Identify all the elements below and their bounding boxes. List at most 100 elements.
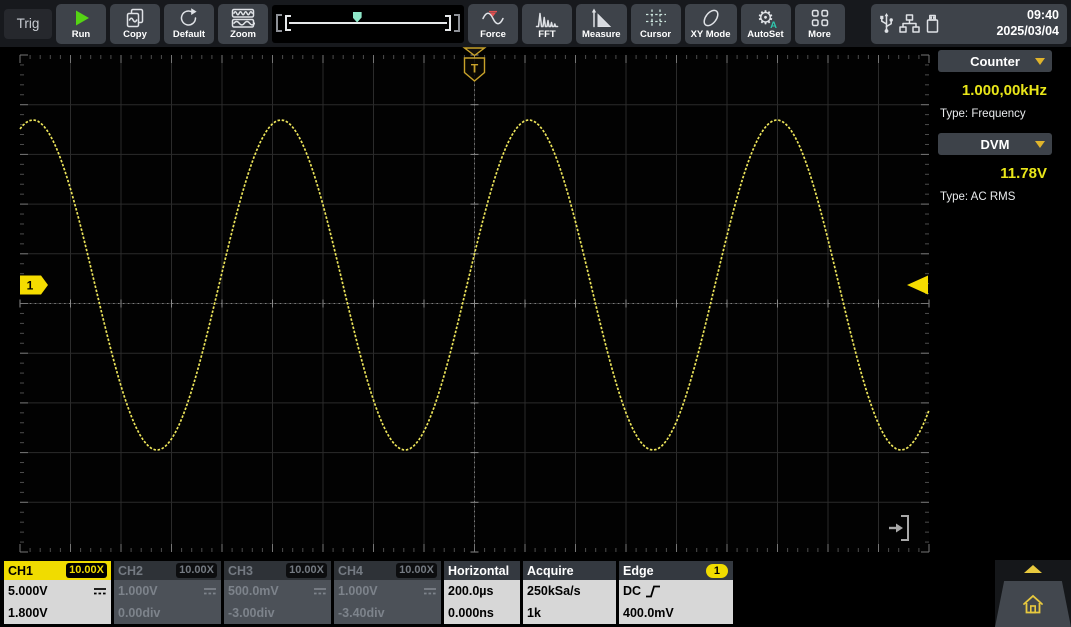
edge-title: Edge [623,564,654,578]
channel-offset: -3.40div [338,606,385,620]
measurement-panel: Counter 1.000,00kHz Type: Frequency DVM … [938,50,1052,203]
default-icon [178,7,200,29]
ch1-marker-label: 1 [27,279,34,293]
channel-block-ch2[interactable]: CH2 10.00X 1.000V 0.00div [114,561,221,624]
toolbar-button-label: Force [480,30,506,40]
usb-icon [879,13,894,34]
probe-attenuation-badge: 10.00X [66,563,107,578]
toolbar-button-label: Run [72,30,90,40]
status-area[interactable]: 09:40 2025/03/04 [871,4,1067,44]
delay-value: 0.000ns [448,606,494,620]
channel-scale: 500.0mV [228,584,279,598]
slider-outer-left-bracket [276,14,282,32]
channel-scale: 1.000V [118,584,158,598]
acquire-title: Acquire [527,564,574,578]
channel-block-ch3[interactable]: CH3 10.00X 500.0mV -3.00div [224,561,331,624]
toolbar-button-zoom[interactable]: Zoom [218,4,268,44]
dc-coupling-icon [313,586,327,596]
sample-rate-value: 250kSa/s [527,584,581,598]
probe-attenuation-badge: 10.00X [176,563,217,578]
trigger-level-value: 400.0mV [623,606,674,620]
more-icon [810,7,830,29]
toolbar: Trig Run Copy Default Zoom Force FFT Measure C… [0,0,1071,47]
date-text: 2025/03/04 [996,24,1059,40]
channel-name: CH1 [8,564,33,578]
slider-inner-right-bracket [445,15,451,31]
toolbar-left-buttons: Run Copy Default Zoom [56,4,268,44]
toolbar-button-label: Zoom [230,30,256,40]
oscilloscope-screen: Trig Run Copy Default Zoom Force FFT Measure C… [0,0,1071,627]
usb-drive-icon [925,14,940,34]
channel-name: CH4 [338,564,363,578]
trigger-marker-letter: T [471,62,479,76]
probe-attenuation-badge: 10.00X [286,563,327,578]
toolbar-button-run[interactable]: Run [56,4,106,44]
counter-type: Type: Frequency [938,108,1052,120]
time-text: 09:40 [996,8,1059,24]
lan-icon [899,14,920,33]
acquire-block[interactable]: Acquire 250kSa/s 1k [523,561,616,624]
horizontal-position-slider[interactable] [272,5,464,43]
channel-scale: 5.000V [8,584,48,598]
xy-mode-icon [700,7,722,29]
fft-icon [535,7,559,29]
slider-track [289,22,447,24]
rising-edge-icon [645,584,661,599]
trigger-position-chevron[interactable] [465,48,485,56]
slider-outer-right-bracket [454,14,460,32]
chevron-down-icon [1035,58,1045,65]
chevron-up-icon[interactable] [1024,565,1042,573]
autoset-icon: ⚙A [757,7,774,29]
dvm-title: DVM [981,137,1010,152]
toolbar-button-label: Measure [582,30,621,40]
channel-scale: 1.000V [338,584,378,598]
trigger-status-chip: Trig [4,9,52,39]
timebase-value: 200.0µs [448,584,493,598]
toolbar-button-measure[interactable]: Measure [576,4,627,44]
home-panel [995,560,1071,627]
counter-card: Counter 1.000,00kHz Type: Frequency [938,50,1052,120]
toolbar-button-xy-mode[interactable]: XY Mode [685,4,737,44]
toolbar-button-label: Default [173,30,205,40]
dc-coupling-icon [203,586,217,596]
horizontal-block[interactable]: Horizontal 200.0µs 0.000ns [444,561,520,624]
channel-name: CH3 [228,564,253,578]
channel-block-ch4[interactable]: CH4 10.00X 1.000V -3.40div [334,561,441,624]
channel-offset: 1.800V [8,606,48,620]
dvm-card: DVM 11.78V Type: AC RMS [938,133,1052,203]
toolbar-button-label: AutoSet [747,30,783,40]
channel-block-ch1[interactable]: CH1 10.00X 5.000V 1.800V [4,561,111,624]
toolbar-button-label: FFT [538,30,555,40]
dvm-header[interactable]: DVM [938,133,1052,155]
counter-title: Counter [970,54,1020,69]
channel-offset: 0.00div [118,606,160,620]
home-icon [1020,592,1046,616]
toolbar-button-label: Copy [123,30,147,40]
toolbar-button-label: More [808,30,831,40]
toolbar-button-copy[interactable]: Copy [110,4,160,44]
bottom-status-bar: CH1 10.00X 5.000V 1.800V CH2 10.00X 1.000V 0.00… [4,561,733,624]
toolbar-button-autoset[interactable]: ⚙AAutoSet [741,4,791,44]
channel-offset: -3.00div [228,606,275,620]
dvm-value: 11.78V [938,155,1052,191]
toolbar-button-more[interactable]: More [795,4,845,44]
toolbar-button-cursor[interactable]: Cursor [631,4,681,44]
home-button[interactable] [995,581,1071,627]
probe-attenuation-badge: 10.00X [396,563,437,578]
edge-trigger-block[interactable]: Edge 1 DC 400.0mV [619,561,733,624]
counter-header[interactable]: Counter [938,50,1052,72]
graticule: T1 [17,47,931,556]
connectivity-icons [879,13,940,34]
copy-icon [124,7,146,29]
channel-name: CH2 [118,564,143,578]
toolbar-button-label: Cursor [640,30,671,40]
zoom-icon [231,7,255,29]
toolbar-button-default[interactable]: Default [164,4,214,44]
force-icon [481,7,505,29]
run-icon [71,7,91,29]
measure-icon [590,7,612,29]
dc-coupling-icon [423,586,437,596]
toolbar-button-fft[interactable]: FFT [522,4,572,44]
chevron-down-icon [1035,141,1045,148]
toolbar-button-force[interactable]: Force [468,4,518,44]
